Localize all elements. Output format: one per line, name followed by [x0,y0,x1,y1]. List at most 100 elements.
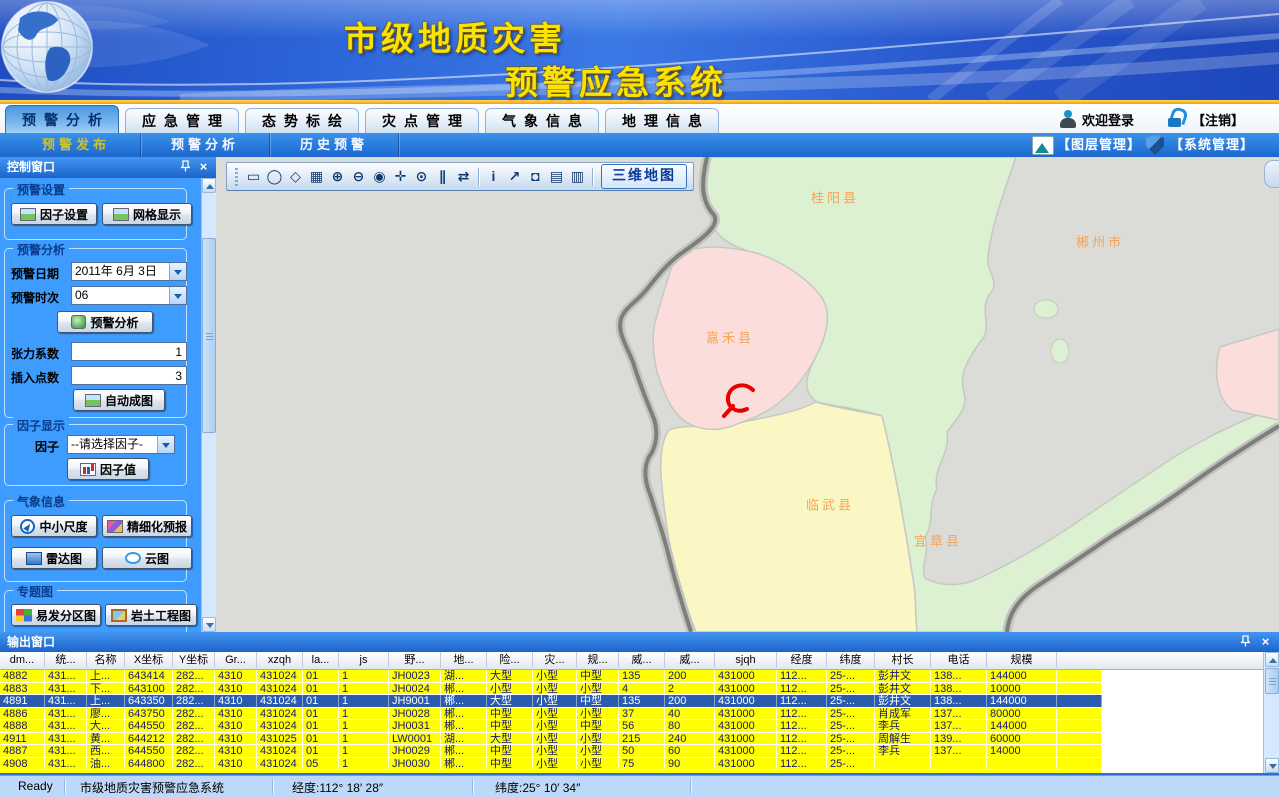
column-header: 村长 [875,652,931,668]
pause-icon[interactable]: ∥ [432,166,453,187]
tab-灾点管理[interactable]: 灾点管理 [365,108,479,133]
table-cell: 郴... [441,720,487,733]
3d-map-button[interactable]: 三维地图 [601,164,687,189]
auto-map-button[interactable]: 自动成图 [73,389,165,411]
welcome-login[interactable]: 欢迎登录 [1082,110,1134,129]
county-map [216,157,1279,632]
table-row[interactable]: 4887431...西...644550282...4310431024011J… [0,745,1263,758]
close-icon[interactable]: × [196,160,211,175]
pin-icon[interactable] [178,160,193,175]
column-header: la... [303,652,339,668]
grid-icon[interactable]: ▦ [306,166,327,187]
table-row[interactable]: 4891431...上...643350282...4310431024011J… [0,695,1263,708]
radar-map-button[interactable]: 雷达图 [11,547,97,569]
map-toolbar: ▭◯◇▦⊕⊖◉✛⊙∥⇄ i↗◘▤▥ 三维地图 [226,162,694,191]
table-cell: 大型 [487,670,533,683]
output-scrollbar[interactable] [1263,652,1279,773]
factor-value-button[interactable]: 因子值 [67,458,149,480]
warn-analyze-button[interactable]: 预警分析 [57,311,153,333]
table-cell: 小型 [533,683,577,696]
measure-circle-icon[interactable]: ◯ [264,166,285,187]
pan-icon[interactable]: ✛ [390,166,411,187]
tension-input[interactable] [71,342,187,361]
tab-应急管理[interactable]: 应急管理 [125,108,239,133]
table-cell: 112... [777,708,827,721]
subtab-预警分析[interactable]: 预警分析 [141,133,270,157]
points-input[interactable] [71,366,187,385]
geotech-map-button[interactable]: 岩土工程图 [105,604,197,626]
chevron-down-icon[interactable] [169,263,186,280]
tab-地理信息[interactable]: 地理信息 [605,108,719,133]
scrollbar-thumb[interactable] [1265,668,1279,694]
system-manager-button[interactable]: 【系统管理】 [1170,133,1254,157]
snapshot-icon[interactable]: ◘ [525,166,546,187]
identify-icon[interactable]: i [483,166,504,187]
measure-polygon-icon[interactable]: ◇ [285,166,306,187]
warn-time-select[interactable]: 06 [71,286,187,305]
group-title: 专题图 [13,583,57,600]
scroll-down-icon[interactable] [1265,758,1279,773]
measure-distance-icon[interactable]: ▭ [243,166,264,187]
table-cell: 431... [45,720,87,733]
group-title: 预警分析 [13,241,69,258]
print-preview-icon[interactable]: ▥ [567,166,588,187]
subtab-预警发布[interactable]: 预警发布 [12,133,141,157]
table-cell-filler [1057,708,1102,721]
lock-icon [1166,108,1184,129]
scroll-down-icon[interactable] [202,617,216,632]
status-longitude: 经度:112° 18′ 28″ [292,779,383,796]
fine-forecast-button[interactable]: 精细化预报 [102,515,192,537]
tab-气象信息[interactable]: 气象信息 [485,108,599,133]
geotech-map-icon [111,609,127,622]
grid-display-button[interactable]: 网格显示 [102,203,192,225]
panel-collapse-handle[interactable] [1264,160,1279,188]
pin-icon[interactable] [1238,635,1253,650]
factor-select[interactable]: --请选择因子- [67,435,175,454]
panel-scrollbar[interactable] [201,178,216,632]
table-cell: 小型 [533,695,577,708]
table-cell: 431... [45,670,87,683]
table-row[interactable]: 4883431...下...643100282...4310431024011J… [0,683,1263,696]
layer-manager-button[interactable]: 【图层管理】 [1057,133,1141,157]
toolbar-grip[interactable] [235,168,238,186]
table-cell: 144000 [987,670,1057,683]
table-row[interactable]: 4882431...上...643414282...4310431024011J… [0,670,1263,683]
table-cell: 小型 [577,683,619,696]
tab-预警分析[interactable]: 预警分析 [5,105,119,134]
subtab-历史预警[interactable]: 历史预警 [270,133,399,157]
print-icon[interactable]: ▤ [546,166,567,187]
zoom-out-icon[interactable]: ⊖ [348,166,369,187]
table-row[interactable]: 4911431...黄...644212282...4310431025011L… [0,733,1263,746]
swap-icon[interactable]: ⇄ [453,166,474,187]
map-view[interactable]: 桂阳县郴州市嘉禾县临武县宜章县 ▭◯◇▦⊕⊖◉✛⊙∥⇄i↗◘▤▥ 三维地图 [216,157,1279,632]
export-icon[interactable]: ↗ [504,166,525,187]
table-cell: 郴... [441,758,487,771]
table-cell: 李兵 [875,720,931,733]
scroll-up-icon[interactable] [1265,652,1279,667]
table-cell: 湖... [441,670,487,683]
zoom-in-icon[interactable]: ⊕ [327,166,348,187]
table-cell: 1 [339,695,389,708]
scrollbar-thumb[interactable] [202,238,216,433]
table-cell: 黄... [87,733,125,746]
logout-button[interactable]: 【注销】 [1192,110,1244,129]
table-row[interactable]: 4886431...廖...643750282...4310431024011J… [0,708,1263,721]
table-cell: 01 [303,733,339,746]
warn-date-select[interactable]: 2011年 6月 3日 [71,262,187,281]
zone-map-button[interactable]: 易发分区图 [11,604,101,626]
full-extent-icon[interactable]: ◉ [369,166,390,187]
table-row[interactable]: 4908431...油...644800282...4310431024051J… [0,758,1263,771]
cloud-map-button[interactable]: 云图 [102,547,192,569]
table-cell: 25-... [827,733,875,746]
table-cell: 112... [777,733,827,746]
chevron-down-icon[interactable] [157,436,174,453]
table-row[interactable]: 4888431...大...644550282...4310431024011J… [0,720,1263,733]
meso-scale-button[interactable]: 中小尺度 [11,515,97,537]
zoom-box-icon[interactable]: ⊙ [411,166,432,187]
group-title: 预警设置 [13,181,69,198]
scroll-up-icon[interactable] [202,178,216,193]
close-icon[interactable]: × [1258,635,1273,650]
chevron-down-icon[interactable] [169,287,186,304]
factor-settings-button[interactable]: 因子设置 [11,203,97,225]
tab-态势标绘[interactable]: 态势标绘 [245,108,359,133]
